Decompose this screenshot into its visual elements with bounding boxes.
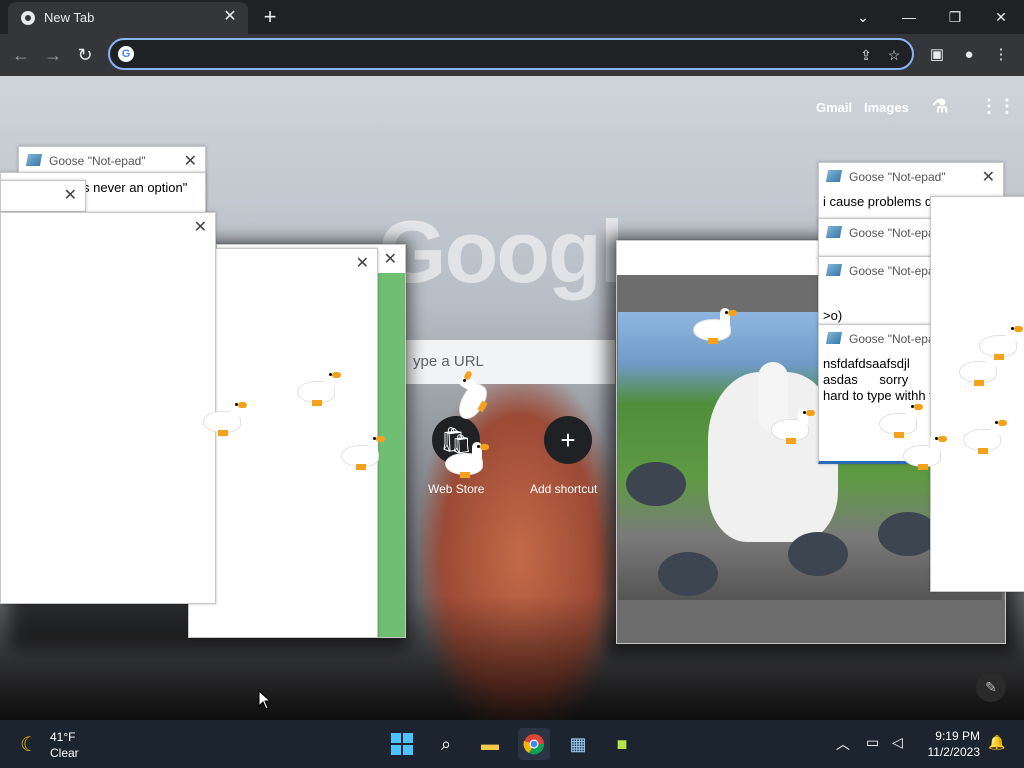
add-shortcut-label: Add shortcut <box>530 482 598 496</box>
desktop-goose[interactable] <box>294 368 342 408</box>
clock-time: 9:19 PM <box>935 729 980 743</box>
desktop-goose[interactable] <box>442 440 490 480</box>
google-logo: Googl <box>378 202 624 301</box>
share-icon[interactable]: ⇪ <box>856 45 876 65</box>
system-clock[interactable]: 9:19 PM 11/2/2023 <box>928 728 981 760</box>
weather-condition: Clear <box>50 746 79 760</box>
profile-icon[interactable]: ● <box>958 44 980 66</box>
video-pigeon <box>878 512 938 556</box>
weather-temp: 41°F <box>50 730 76 744</box>
chrome-icon <box>523 734 545 755</box>
notepad-titlebar: Goose "Not-epad" ✕ <box>819 163 1003 191</box>
video-pigeon <box>788 532 848 576</box>
search-placeholder: ype a URL <box>413 353 484 370</box>
notepad-title: Goose "Not-epad <box>849 264 942 278</box>
new-tab-page: Gmail Images ⚗ ⋮⋮ Googl ype a URL 🛍 Web … <box>0 76 1024 720</box>
apps-grid-icon[interactable]: ⋮⋮ <box>980 96 1016 117</box>
chrome-icon <box>20 10 36 29</box>
start-button[interactable] <box>386 728 418 760</box>
images-link[interactable]: Images <box>864 100 909 115</box>
minimize-button[interactable]: — <box>894 4 924 30</box>
network-icon[interactable]: ▭ <box>866 734 879 751</box>
notification-bell-icon[interactable]: 🔔 <box>988 734 1005 751</box>
add-shortcut-button[interactable]: + <box>544 416 592 464</box>
notepad-body[interactable] <box>1 241 215 603</box>
video-pigeon <box>658 552 718 596</box>
desktop-goose[interactable] <box>960 416 1008 456</box>
notepad-window[interactable] <box>930 196 1024 592</box>
browser-toolbar: ← → ↻ G ⇪ ☆ ▣ ● ⋮ <box>0 34 1024 76</box>
notepad-titlebar: Goose "Not-epad" ✕ <box>19 147 205 175</box>
notepad-titlebar: ✕ <box>1 213 215 241</box>
notepad-titlebar: ✕ <box>189 249 377 277</box>
windows-taskbar: ☾ 41°F Clear ⌕ ▬ ▦ ■ ︿ ▭ ◁ 9:19 PM 11/2/… <box>0 720 1024 768</box>
close-icon[interactable]: ✕ <box>356 253 369 273</box>
close-icon[interactable]: ✕ <box>184 151 197 171</box>
gmail-link[interactable]: Gmail <box>816 100 852 115</box>
close-icon[interactable]: ✕ <box>64 185 77 205</box>
web-store-label: Web Store <box>428 482 485 496</box>
notepad-app-icon <box>825 170 843 182</box>
google-icon: G <box>118 46 134 62</box>
tab-close-icon[interactable]: ✕ <box>220 7 240 27</box>
restore-button[interactable]: ❐ <box>940 4 970 30</box>
desktop-goose[interactable] <box>900 432 948 472</box>
menu-kebab-icon[interactable]: ⋮ <box>990 44 1012 66</box>
windows-logo-icon <box>391 733 413 755</box>
clock-date: 11/2/2023 <box>927 745 981 759</box>
notepad-titlebar <box>931 197 1024 225</box>
close-icon[interactable]: ✕ <box>194 217 207 237</box>
back-icon[interactable]: ← <box>8 42 34 68</box>
reload-icon[interactable]: ↻ <box>72 42 98 68</box>
notepad-titlebar: ✕ <box>1 181 85 209</box>
chrome-tab-bar: New Tab ✕ + ⌄ — ❐ ✕ <box>0 0 1024 34</box>
chrome-taskbar-icon[interactable] <box>518 728 550 760</box>
notepad-title: Goose "Not-epad" <box>849 170 946 184</box>
volume-muted-icon[interactable]: ◁ <box>892 734 903 751</box>
address-input[interactable] <box>142 44 846 66</box>
tab-title: New Tab <box>44 10 95 25</box>
customize-pencil-icon[interactable]: ✎ <box>976 672 1006 702</box>
desktop-goose[interactable] <box>200 398 248 438</box>
goose-app-icon[interactable]: ■ <box>606 728 638 760</box>
notepad-app-icon <box>825 332 843 344</box>
notepad-title: Goose "Not-epa <box>849 332 935 346</box>
desktop-goose[interactable] <box>976 322 1024 362</box>
notepad-title: Goose "Not-epad" <box>49 154 146 168</box>
labs-flask-icon[interactable]: ⚗ <box>932 96 948 117</box>
desktop-goose[interactable] <box>768 406 816 446</box>
notepad-app-icon <box>25 154 43 166</box>
tab-new-tab[interactable]: New Tab ✕ <box>8 2 248 34</box>
close-icon[interactable]: ✕ <box>982 167 995 187</box>
search-box[interactable]: ype a URL <box>405 340 615 384</box>
show-hidden-icons-chevron-icon[interactable]: ︿ <box>836 734 850 754</box>
search-icon[interactable]: ⌕ <box>430 728 462 760</box>
close-window-button[interactable]: ✕ <box>986 4 1016 30</box>
notepad-app-icon <box>825 226 843 238</box>
desktop-goose[interactable] <box>338 432 386 472</box>
mouse-cursor-icon <box>258 690 272 710</box>
video-pigeon <box>626 462 686 506</box>
notepad-window[interactable]: ✕ <box>0 212 216 604</box>
address-bar[interactable]: G ⇪ ☆ <box>108 38 914 70</box>
moon-icon: ☾ <box>20 734 38 756</box>
close-icon[interactable]: ✕ <box>384 249 397 269</box>
forward-icon[interactable]: → <box>40 42 66 68</box>
new-tab-button[interactable]: + <box>258 5 282 29</box>
desktop-goose[interactable] <box>690 306 738 346</box>
side-panel-icon[interactable]: ▣ <box>926 44 948 66</box>
photos-app-icon[interactable]: ▦ <box>562 728 594 760</box>
notepad-window[interactable]: ✕ <box>0 180 86 212</box>
file-explorer-icon[interactable]: ▬ <box>474 728 506 760</box>
notepad-app-icon <box>825 264 843 276</box>
bookmark-star-icon[interactable]: ☆ <box>884 45 904 65</box>
tab-search-dropdown-icon[interactable]: ⌄ <box>848 4 878 30</box>
